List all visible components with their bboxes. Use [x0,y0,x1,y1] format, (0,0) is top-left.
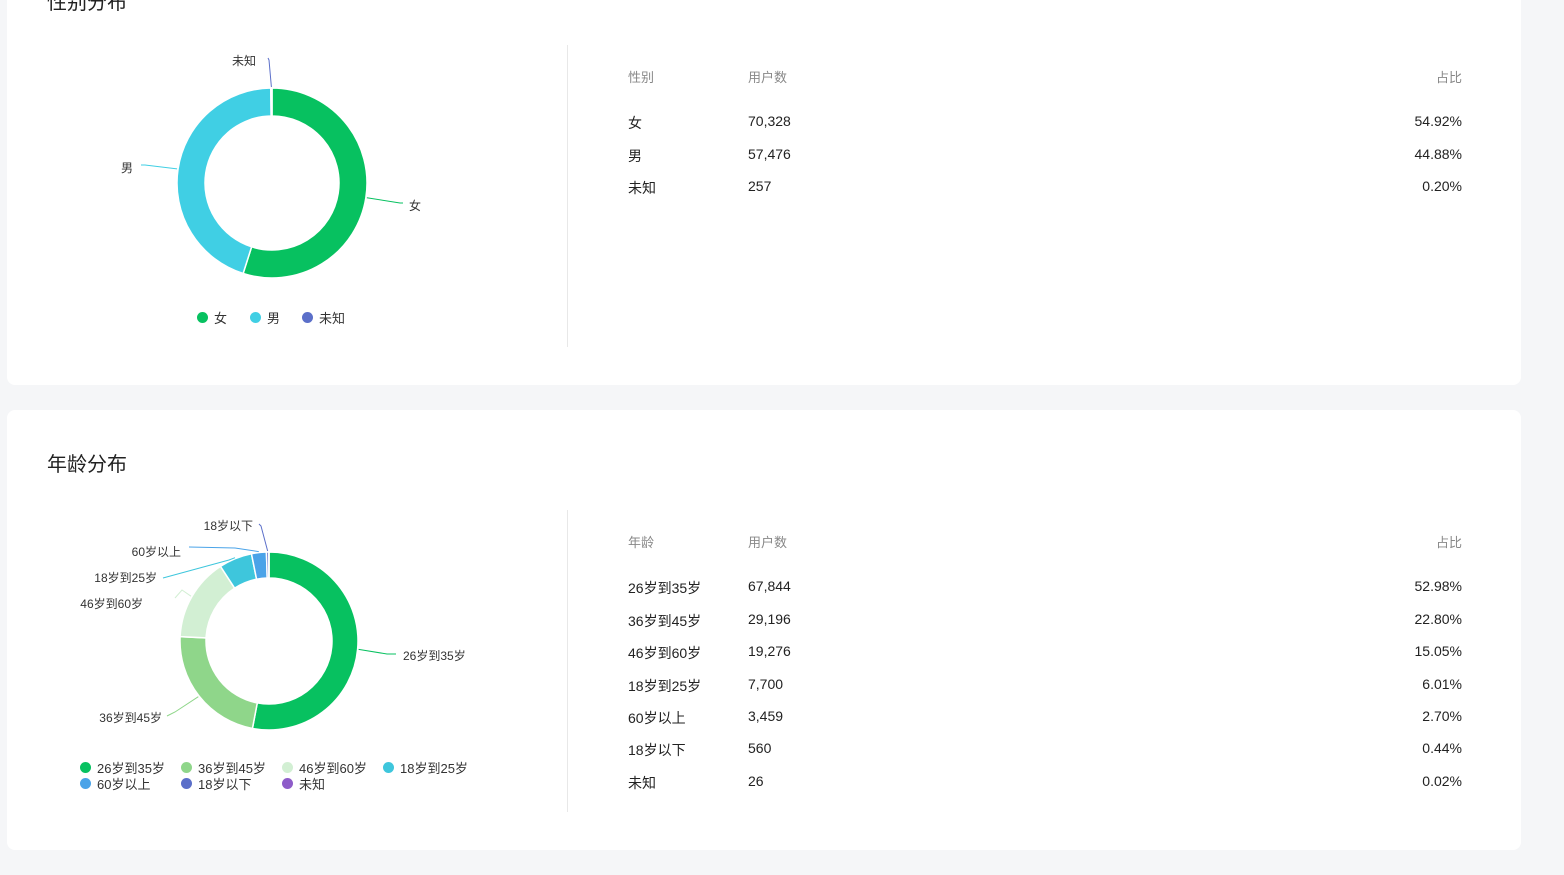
age-legend-label-5: 18岁以下 [198,777,252,792]
gender-slice-1[interactable] [176,87,272,275]
age-cell-users: 29,196 [748,611,791,627]
gender-cell-users: 57,476 [748,146,791,162]
gender-col-header-ratio: 占比 [1435,70,1462,85]
age-cell-users: 67,844 [748,578,791,594]
age-legend-dot-3 [383,762,394,773]
age-legend-dot-0 [80,762,91,773]
age-slice-label-3: 18岁到25岁 [94,570,157,585]
age-cell-label: 46岁到60岁 [628,645,702,661]
age-cell-label: 60岁以上 [628,710,686,726]
gender-legend-item-1[interactable]: 男 [250,308,280,327]
gender-legend-dot-1 [250,312,261,323]
age-col-header-ratio: 占比 [1435,535,1462,550]
age-cell-ratio: 22.80% [1414,611,1462,627]
gender-leader-line-2 [267,57,272,88]
age-cell-label: 36岁到45岁 [628,613,702,629]
age-leader-line-2 [174,589,192,599]
gender-slice-label-0: 女 [409,198,421,213]
gender-donut-chart: 女 男 未知 [121,54,421,279]
age-legend-item-3[interactable]: 18岁到25岁 [383,758,468,777]
gender-legend-dot-2 [302,312,313,323]
gender-cell-label: 男 [628,148,642,164]
gender-slice-2[interactable] [270,87,273,117]
age-cell-label: 未知 [628,775,656,791]
age-slice-label-0: 26岁到35岁 [403,648,466,663]
gender-cell-users: 257 [748,178,772,194]
age-legend-dot-6 [282,778,293,789]
gender-legend-item-0[interactable]: 女 [197,308,227,327]
age-cell-ratio: 52.98% [1414,578,1462,594]
gender-table: 性别 用户数 占比 女 70,328 54.92% 男 57,476 44.88% 未知 25… [628,65,1462,205]
gender-cell-ratio: 0.20% [1422,178,1462,194]
age-legend-label-3: 18岁到25岁 [400,761,468,776]
gender-legend-label-1: 男 [267,311,281,326]
age-cell-ratio: 15.05% [1414,643,1462,659]
age-legend-dot-4 [80,778,91,789]
gender-cell-users: 70,328 [748,113,791,129]
age-cell-ratio: 2.70% [1422,708,1462,724]
age-cell-label: 26岁到35岁 [628,580,702,596]
age-slice-2[interactable] [179,565,236,639]
gender-slice-label-1: 男 [121,161,133,175]
gender-legend-label-0: 女 [214,311,228,326]
age-cell-users: 19,276 [748,643,791,659]
section-divider [567,510,568,812]
age-cell-users: 560 [748,740,772,756]
age-distribution-card: 年龄分布 26岁到35岁 36岁到45岁 46岁到60岁 18岁到25岁 60岁以上 18… [7,410,1521,850]
gender-legend-dot-0 [197,312,208,323]
age-legend-dot-2 [282,762,293,773]
age-leader-line-4 [188,546,259,553]
gender-cell-label: 未知 [628,180,656,196]
age-cell-ratio: 0.44% [1422,740,1462,756]
gender-cell-label: 女 [628,115,642,131]
age-legend-dot-1 [181,762,192,773]
age-slice-label-2: 46岁到60岁 [80,596,143,611]
age-leader-line-0 [358,648,396,655]
age-cell-users: 7,700 [748,676,784,692]
gender-leader-line-1 [141,164,178,170]
age-cell-users: 3,459 [748,708,784,724]
gender-slice-label-2: 未知 [232,54,256,68]
age-slice-label-4: 60岁以上 [132,544,181,559]
age-slice-label-1: 36岁到45岁 [99,710,162,725]
age-legend-label-4: 60岁以上 [97,777,151,792]
age-table: 年龄 用户数 占比 26岁到35岁 67,844 52.98% 36岁到45岁 29,1… [628,530,1462,800]
gender-distribution-card: 性别分布 女男未知 女男未知 性别 用户数 占比 女 70,328 54.92% 男 5… [7,0,1521,385]
age-legend-item-6[interactable]: 未知 [282,774,325,793]
age-cell-ratio: 6.01% [1422,676,1462,692]
age-col-header-category: 年龄 [628,535,655,550]
age-cell-ratio: 0.02% [1422,773,1462,789]
section-divider [567,45,568,347]
age-leader-line-5 [258,523,269,552]
gender-cell-ratio: 54.92% [1414,113,1462,129]
gender-legend-label-2: 未知 [319,311,346,326]
gender-cell-ratio: 44.88% [1414,146,1462,162]
age-legend-item-4[interactable]: 60岁以上 [80,774,150,793]
gender-leader-line-0 [366,197,403,204]
age-legend-item-5[interactable]: 18岁以下 [181,774,251,793]
gender-col-header-category: 性别 [628,70,655,85]
gender-col-header-users: 用户数 [748,70,788,85]
age-legend-label-6: 未知 [299,777,326,792]
age-slice-1[interactable] [179,635,259,730]
age-col-header-users: 用户数 [748,535,788,550]
age-legend-dot-5 [181,778,192,789]
age-slice-label-5: 18岁以下 [204,518,253,533]
gender-legend-item-2[interactable]: 未知 [302,308,345,327]
age-cell-label: 18岁到25岁 [628,678,702,694]
age-cell-label: 18岁以下 [628,742,686,758]
age-cell-users: 26 [748,773,764,789]
age-leader-line-1 [166,696,199,717]
